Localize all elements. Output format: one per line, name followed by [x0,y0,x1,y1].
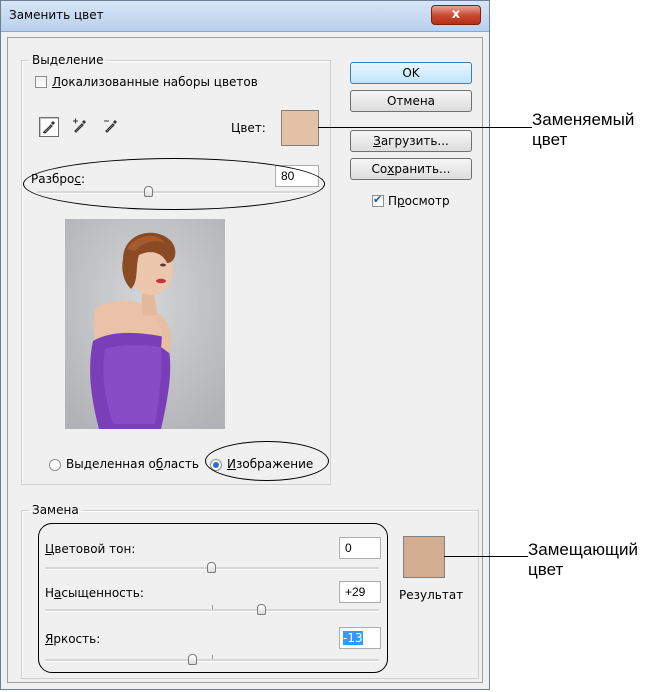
close-icon: x [451,7,461,22]
preview-checkbox[interactable] [372,193,384,207]
selection-group-label: Выделение [32,53,104,67]
replacing-color-pointer [444,556,528,557]
result-label: Результат [399,588,464,602]
preview-image [65,219,225,429]
portrait-image [65,219,225,429]
image-radio-highlight-ellipse [205,441,329,481]
eyedropper-icon [42,121,55,134]
replacement-highlight-box [38,523,388,673]
load-button[interactable]: Загрузить... [350,130,472,152]
close-button[interactable]: x [431,5,481,25]
selection-radio-label: Выделенная область [66,457,199,471]
save-button[interactable]: Сохранить... [350,158,472,180]
eyedropper-tool[interactable] [39,117,59,137]
eyedropper-plus-icon [73,118,86,133]
result-color-swatch[interactable] [403,536,445,578]
selected-color-swatch[interactable] [281,110,319,146]
replaced-color-annotation: Заменяемый цвет [532,110,635,149]
fuzziness-highlight-ellipse [23,158,325,210]
color-label: Цвет: [231,121,266,135]
replaced-color-pointer [318,127,532,128]
title-bar[interactable]: Заменить цвет x [1,1,489,32]
replacement-group-label: Замена [32,503,79,517]
eyedropper-minus-icon [104,120,117,133]
dialog-title: Заменить цвет [9,8,104,22]
eyedropper-minus-tool[interactable] [102,117,122,137]
cancel-button[interactable]: Отмена [350,90,472,112]
ok-button[interactable]: OK [350,62,472,84]
replace-color-dialog: Заменить цвет x Выделение Локализованные… [0,0,490,690]
selection-radio[interactable] [49,459,61,471]
localized-clusters-label: Локализованные наборы цветов [52,75,258,89]
eyedropper-plus-tool[interactable] [71,117,91,137]
replacing-color-annotation: Замещающий цвет [528,540,639,579]
preview-label: Просмотр [388,194,450,208]
localized-clusters-checkbox[interactable] [35,76,47,88]
